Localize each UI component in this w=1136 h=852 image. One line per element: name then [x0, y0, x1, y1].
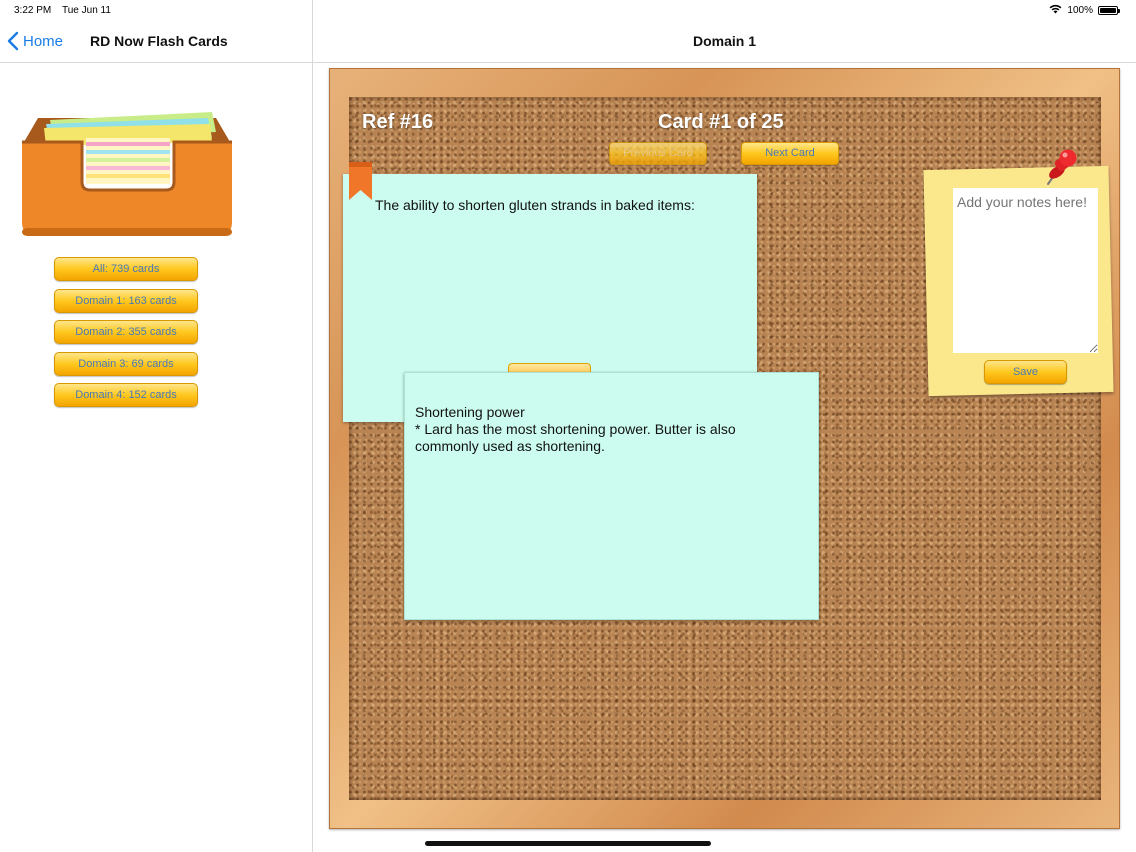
home-indicator[interactable] — [425, 841, 711, 846]
card-back-body: * Lard has the most shortening power. Bu… — [415, 421, 736, 454]
main-nav-bar: Domain 1 — [313, 22, 1136, 63]
notes-field[interactable] — [953, 188, 1098, 353]
card-back-title: Shortening power — [415, 404, 525, 420]
chevron-left-icon — [7, 31, 19, 51]
deck-button-domain-3[interactable]: Domain 3: 69 cards — [54, 351, 198, 376]
sidebar-title: RD Now Flash Cards — [90, 33, 228, 49]
deck-button-domain-1[interactable]: Domain 1: 163 cards — [54, 288, 198, 313]
home-back-button[interactable]: Home — [7, 31, 63, 51]
ref-label: Ref #16 — [362, 111, 434, 133]
next-card-button[interactable]: Next Card — [741, 142, 839, 165]
wifi-icon — [1049, 4, 1062, 17]
card-box-icon — [22, 112, 232, 236]
battery-percent: 100% — [1067, 5, 1093, 16]
home-back-label: Home — [23, 32, 64, 50]
card-counter: Card #1 of 25 — [658, 111, 784, 133]
pushpin-icon — [1047, 149, 1077, 185]
sidebar-nav-bar: Home RD Now Flash Cards — [0, 22, 312, 63]
card-back[interactable]: Shortening power * Lard has the most sho… — [404, 372, 819, 620]
page-title: Domain 1 — [692, 33, 756, 49]
battery-icon — [1098, 6, 1120, 15]
save-notes-button[interactable]: Save — [984, 360, 1067, 384]
status-indicators: 100% — [1049, 4, 1120, 17]
deck-button-all[interactable]: All: 739 cards — [54, 257, 198, 281]
card-front-text: The ability to shorten gluten strands in… — [375, 197, 695, 213]
previous-card-button[interactable]: Previous Card — [609, 142, 707, 165]
deck-button-domain-2[interactable]: Domain 2: 355 cards — [54, 320, 198, 345]
deck-button-domain-4[interactable]: Domain 4: 152 cards — [54, 383, 198, 408]
sidebar: Home RD Now Flash Cards All: 739 cards D… — [0, 0, 313, 852]
deck-list: All: 739 cards Domain 1: 163 cards Domai… — [54, 257, 198, 415]
bookmark-icon[interactable] — [349, 162, 372, 200]
